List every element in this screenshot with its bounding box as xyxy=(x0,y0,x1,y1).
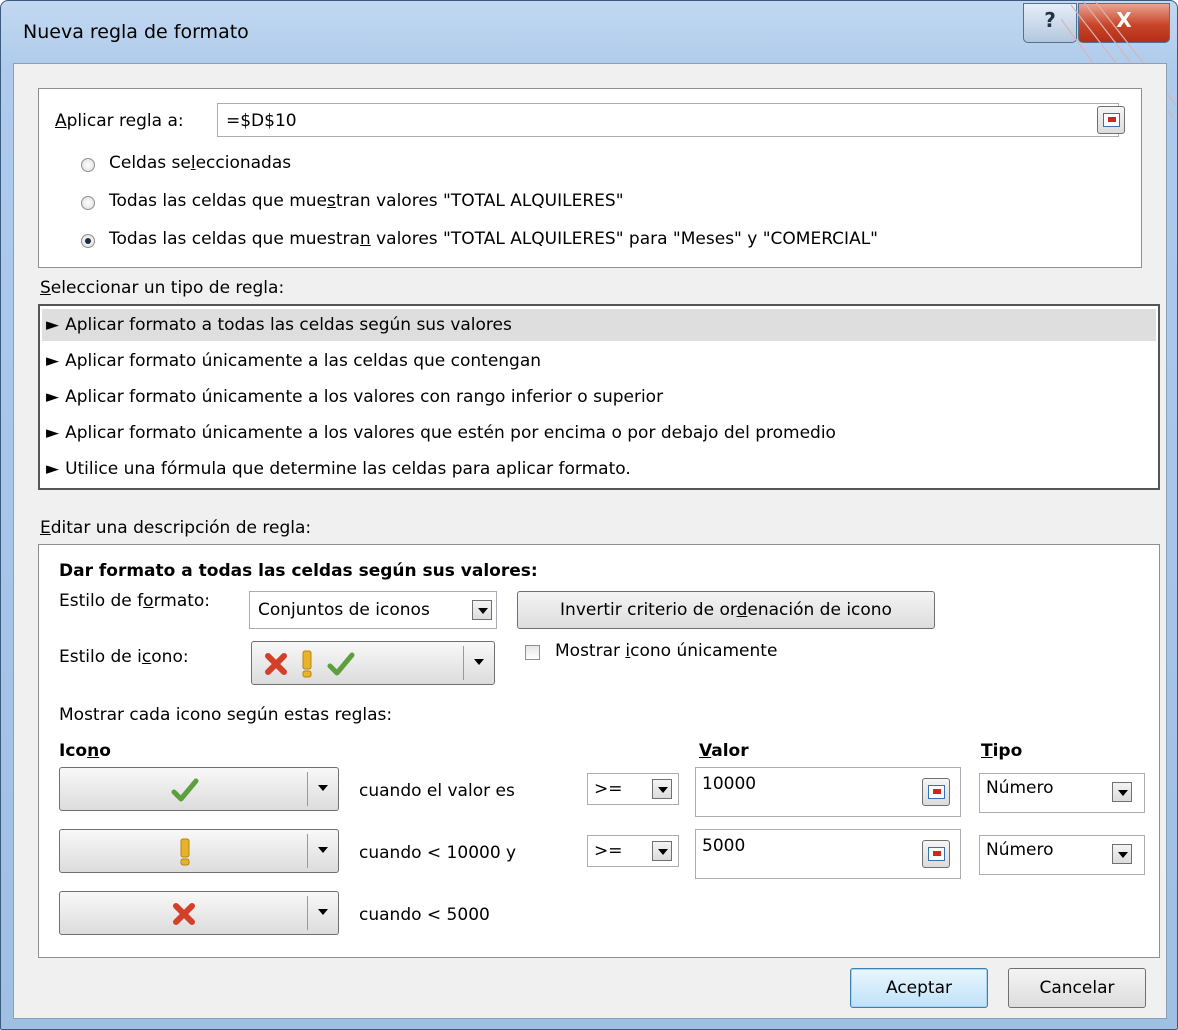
select-separator xyxy=(463,646,464,680)
dialog-client-area: Aplicar regla a: =$D$10 Celdas seleccion… xyxy=(13,63,1167,1019)
chevron-down-icon xyxy=(652,841,672,861)
value-range-select-button[interactable] xyxy=(922,840,950,868)
bullet-arrow-icon: ► xyxy=(46,351,60,371)
green-check-icon xyxy=(171,778,199,802)
dialog-title: Nueva regla de formato xyxy=(23,21,249,43)
range-select-icon xyxy=(1103,113,1120,127)
cancel-button[interactable]: Cancelar xyxy=(1008,968,1146,1008)
radio-all-total-cells[interactable] xyxy=(81,196,95,210)
chevron-down-icon xyxy=(1112,844,1132,864)
rule-type-label: Seleccionar un tipo de regla: xyxy=(40,278,285,298)
column-header-icon: Icono xyxy=(59,741,111,761)
bullet-arrow-icon: ► xyxy=(46,315,60,335)
radio-total-cells-meses-comercial[interactable] xyxy=(81,234,95,248)
rule-type-item[interactable]: ► Aplicar formato únicamente a las celdas… xyxy=(42,345,1156,377)
range-select-icon xyxy=(928,785,945,799)
green-check-icon xyxy=(327,652,355,676)
radio-selected-cells-label: Celdas seleccionadas xyxy=(109,153,292,173)
red-x-icon xyxy=(173,903,195,925)
edit-rule-heading: Dar formato a todas las celdas según sus… xyxy=(59,561,538,581)
type-value-row-1: Número xyxy=(986,778,1054,798)
type-value-row-2: Número xyxy=(986,840,1054,860)
show-icon-only-label: Mostrar icono únicamente xyxy=(555,641,778,661)
operator-select-row-1[interactable]: >= xyxy=(587,773,679,805)
close-icon: X xyxy=(1116,8,1132,32)
icon-style-select[interactable] xyxy=(251,641,495,685)
help-icon: ? xyxy=(1044,8,1056,32)
yellow-exclamation-icon xyxy=(302,650,312,678)
value-range-select-button[interactable] xyxy=(922,778,950,806)
value-text-row-2: 5000 xyxy=(702,836,746,856)
show-icon-only-checkbox[interactable] xyxy=(525,645,540,660)
apply-rule-panel: Aplicar regla a: =$D$10 Celdas seleccion… xyxy=(38,88,1142,268)
format-style-value: Conjuntos de iconos xyxy=(258,600,430,620)
chevron-down-icon xyxy=(474,659,484,665)
select-separator xyxy=(307,834,308,868)
apply-rule-label: Aplicar regla a: xyxy=(55,111,184,131)
operator-select-row-2[interactable]: >= xyxy=(587,835,679,867)
select-separator xyxy=(307,772,308,806)
help-button[interactable]: ? xyxy=(1023,3,1077,43)
type-select-row-1[interactable]: Número xyxy=(979,773,1145,813)
chevron-down-icon xyxy=(318,909,328,915)
reverse-icon-order-button[interactable]: Invertir criterio de ordenación de icono xyxy=(517,591,935,629)
icon-select-row-2[interactable] xyxy=(59,829,339,873)
format-style-label: Estilo de formato: xyxy=(59,591,211,611)
type-select-row-2[interactable]: Número xyxy=(979,835,1145,875)
ok-button[interactable]: Aceptar xyxy=(850,968,988,1008)
condition-row-2: cuando < 10000 y xyxy=(359,843,517,863)
edit-rule-label: Editar una descripción de regla: xyxy=(40,518,312,538)
apply-range-select-button[interactable] xyxy=(1097,106,1125,134)
apply-rule-input[interactable]: =$D$10 xyxy=(217,103,1119,137)
yellow-exclamation-icon xyxy=(180,838,190,866)
close-button[interactable]: X xyxy=(1078,3,1170,43)
bullet-arrow-icon: ► xyxy=(46,423,60,443)
condition-row-1: cuando el valor es xyxy=(359,781,515,801)
icon-select-row-3[interactable] xyxy=(59,891,339,935)
radio-selected-cells[interactable] xyxy=(81,158,95,172)
format-style-select[interactable]: Conjuntos de iconos xyxy=(249,591,497,629)
chevron-down-icon xyxy=(652,779,672,799)
radio-total-cells-meses-comercial-label: Todas las celdas que muestran valores "T… xyxy=(109,229,878,249)
column-header-type: Tipo xyxy=(981,741,1023,761)
icon-select-row-1[interactable] xyxy=(59,767,339,811)
chevron-down-icon xyxy=(1112,782,1132,802)
edit-rule-panel: Dar formato a todas las celdas según sus… xyxy=(38,544,1160,958)
chevron-down-icon xyxy=(318,847,328,853)
red-x-icon xyxy=(265,653,287,675)
condition-row-3: cuando < 5000 xyxy=(359,905,490,925)
rule-type-item[interactable]: ► Aplicar formato a todas las celdas segú… xyxy=(42,309,1156,341)
column-header-value: Valor xyxy=(699,741,749,761)
rule-type-list: ► Aplicar formato a todas las celdas segú… xyxy=(38,304,1160,490)
bullet-arrow-icon: ► xyxy=(46,387,60,407)
operator-value-row-2: >= xyxy=(594,841,623,861)
radio-all-total-cells-label: Todas las celdas que muestran valores "T… xyxy=(109,191,624,211)
value-input-row-2[interactable]: 5000 xyxy=(695,829,961,879)
select-separator xyxy=(307,896,308,930)
value-input-row-1[interactable]: 10000 xyxy=(695,767,961,817)
bullet-arrow-icon: ► xyxy=(46,459,60,479)
operator-value-row-1: >= xyxy=(594,779,623,799)
apply-rule-value: =$D$10 xyxy=(226,111,297,131)
rule-type-item[interactable]: ► Utilice una fórmula que determine las c… xyxy=(42,453,1156,485)
rule-type-item[interactable]: ► Aplicar formato únicamente a los valore… xyxy=(42,381,1156,413)
value-text-row-1: 10000 xyxy=(702,774,757,794)
chevron-down-icon xyxy=(472,600,492,620)
dialog-window: Nueva regla de formato ? X Aplicar regla… xyxy=(0,0,1178,1030)
range-select-icon xyxy=(928,847,945,861)
chevron-down-icon xyxy=(318,785,328,791)
icon-rules-heading: Mostrar cada icono según estas reglas: xyxy=(59,705,393,725)
rule-type-item[interactable]: ► Aplicar formato únicamente a los valore… xyxy=(42,417,1156,449)
icon-style-label: Estilo de icono: xyxy=(59,647,189,667)
